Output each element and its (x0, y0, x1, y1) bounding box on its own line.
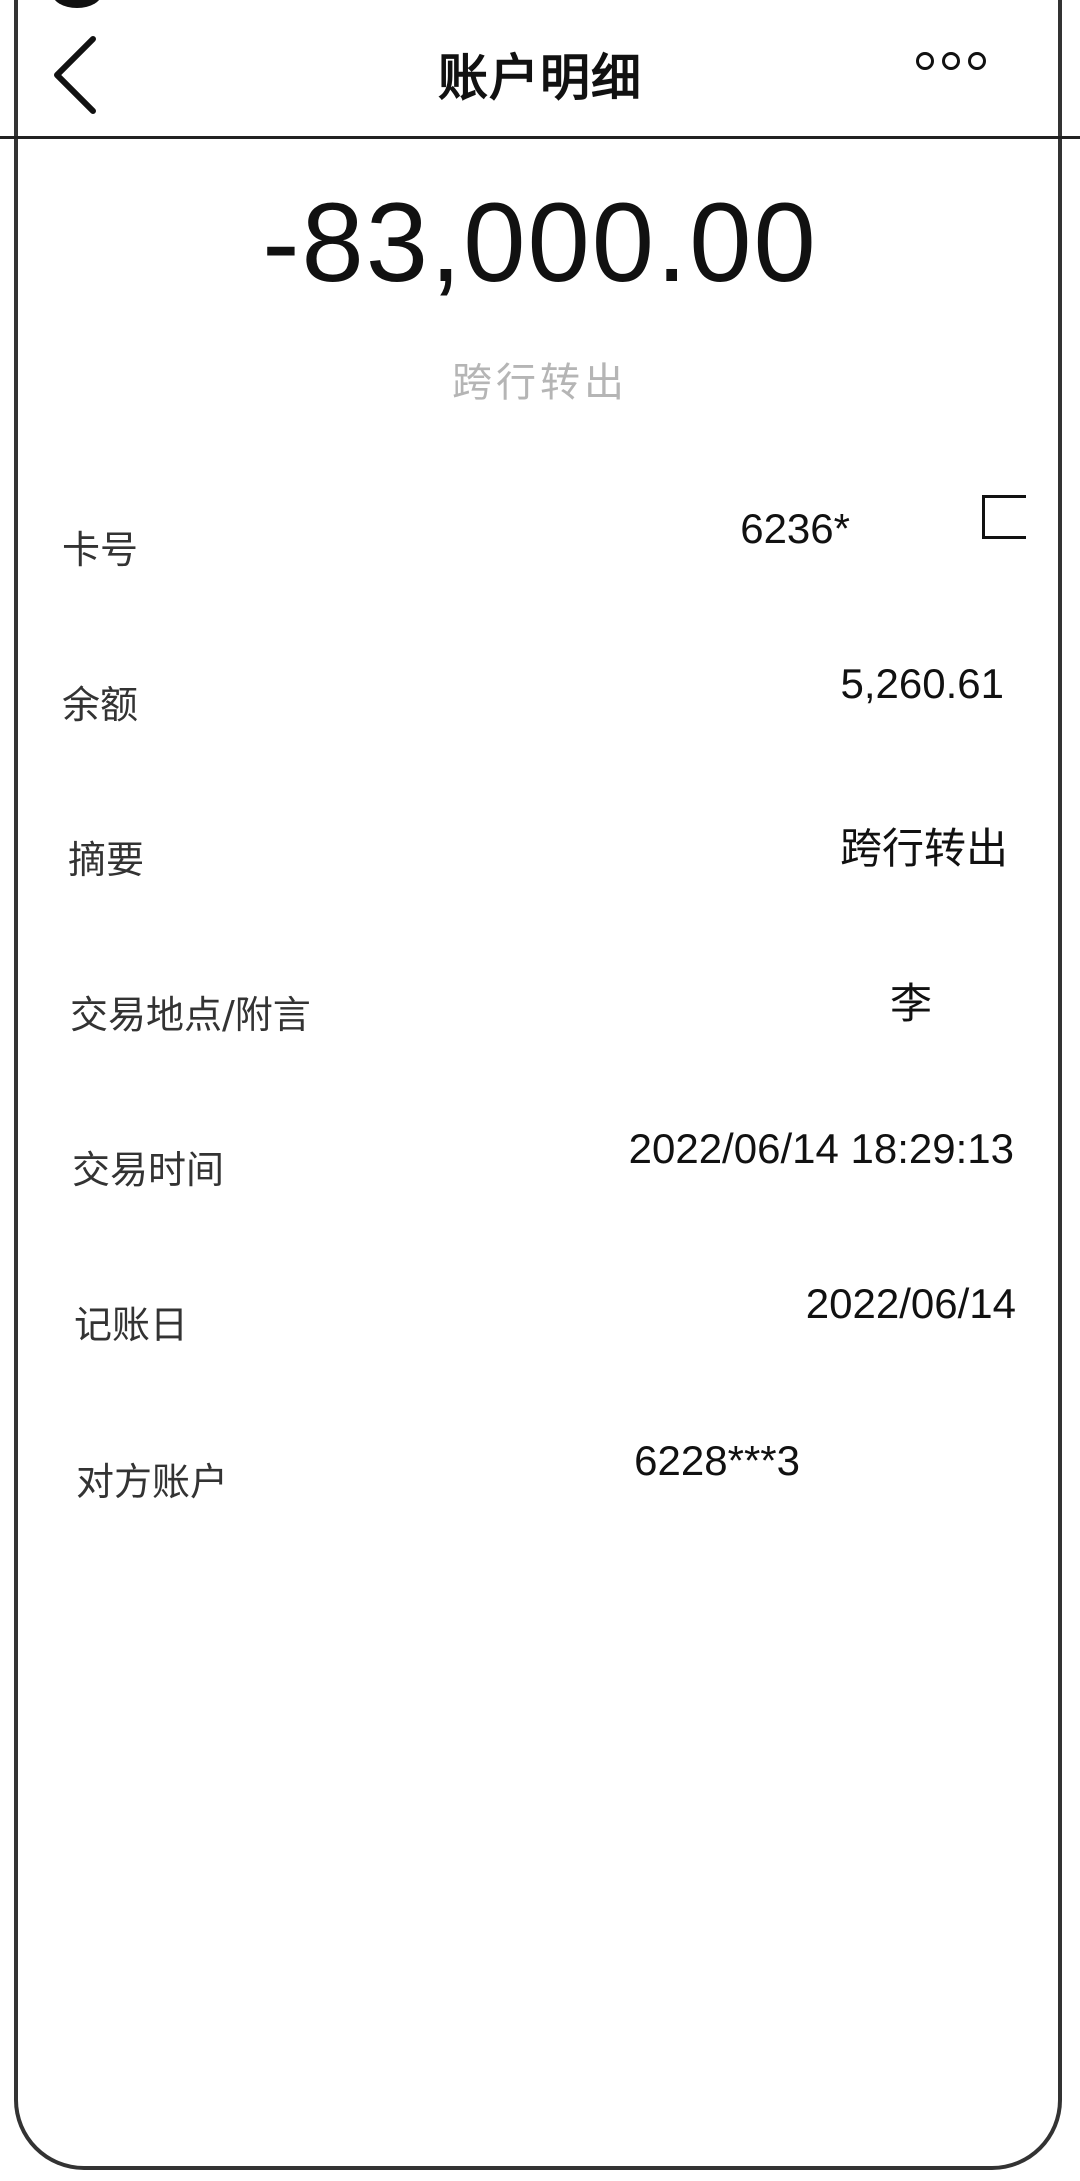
detail-row-location-note: 交易地点/附言 李 (0, 970, 1080, 1050)
detail-label: 摘要 (68, 838, 145, 882)
detail-value: 2022/06/14 (805, 1280, 1016, 1327)
detail-row-balance: 余额 5,260.61 (0, 660, 1080, 740)
transaction-amount: -83,000.00 (262, 180, 818, 305)
detail-value: 5,260.61 (840, 660, 1005, 707)
detail-row-card-number: 卡号 6236* (0, 495, 1080, 585)
more-dot-icon (942, 52, 960, 70)
detail-row-counterparty-account: 对方账户 6228***3 (0, 1437, 1080, 1517)
detail-label: 对方账户 (76, 1460, 229, 1504)
detail-label: 记账日 (74, 1303, 189, 1347)
detail-label: 余额 (62, 683, 139, 727)
detail-label: 卡号 (62, 528, 139, 572)
detail-row-posting-date: 记账日 2022/06/14 (0, 1280, 1080, 1360)
detail-label: 交易时间 (72, 1148, 225, 1192)
navigation-bar: 账户明细 (0, 0, 1080, 139)
detail-row-transaction-time: 交易时间 2022/06/14 18:29:13 (0, 1125, 1080, 1205)
copy-icon[interactable] (982, 495, 1026, 539)
more-options-button[interactable] (916, 46, 986, 76)
phone-frame (14, 0, 1062, 2170)
more-dot-icon (968, 52, 986, 70)
detail-value: 2022/06/14 18:29:13 (628, 1125, 1014, 1172)
detail-value: 6228***3 (634, 1437, 800, 1484)
detail-value: 跨行转出 (839, 825, 1008, 872)
detail-value: 6236* (740, 505, 850, 552)
transaction-status: 跨行转出 (452, 360, 628, 406)
detail-value: 李 (889, 980, 932, 1027)
detail-row-summary: 摘要 跨行转出 (0, 815, 1080, 895)
detail-label: 交易地点/附言 (70, 993, 311, 1037)
more-dot-icon (916, 52, 934, 70)
